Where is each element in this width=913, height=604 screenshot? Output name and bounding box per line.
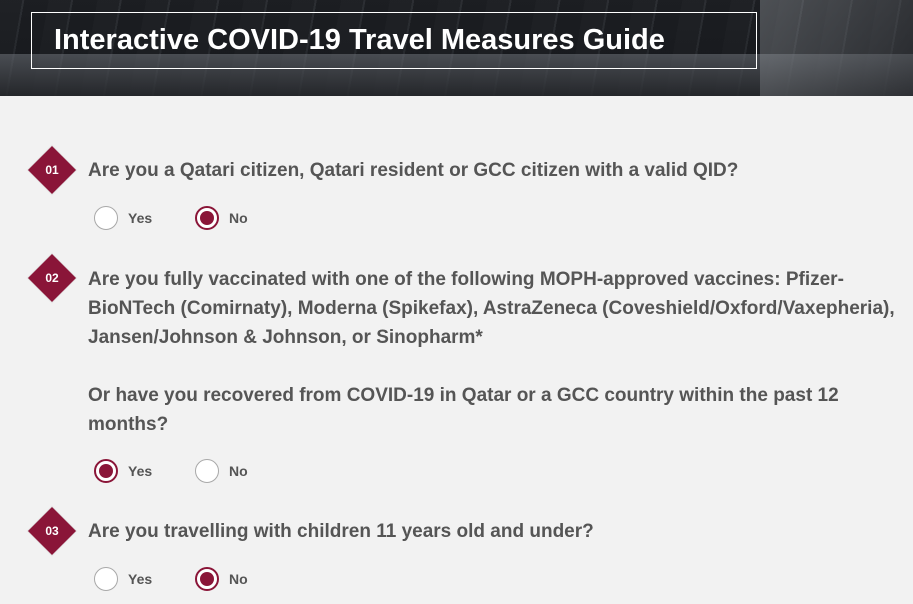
- radio-no[interactable]: [195, 459, 219, 483]
- radio-no[interactable]: [195, 567, 219, 591]
- option-yes[interactable]: Yes: [94, 567, 152, 591]
- radio-yes[interactable]: [94, 206, 118, 230]
- title-frame: Interactive COVID-19 Travel Measures Gui…: [31, 12, 757, 69]
- option-label: No: [229, 571, 248, 587]
- radio-yes[interactable]: [94, 567, 118, 591]
- option-no[interactable]: No: [195, 206, 248, 230]
- option-no[interactable]: No: [195, 459, 248, 483]
- question-text: Are you a Qatari citizen, Qatari residen…: [88, 160, 739, 181]
- radio-yes[interactable]: [94, 459, 118, 483]
- question-text: Are you fully vaccinated with one of the…: [88, 269, 895, 348]
- header-banner: Interactive COVID-19 Travel Measures Gui…: [0, 0, 913, 96]
- option-yes[interactable]: Yes: [94, 459, 152, 483]
- page-title: Interactive COVID-19 Travel Measures Gui…: [54, 24, 665, 56]
- option-no[interactable]: No: [195, 567, 248, 591]
- option-label: Yes: [128, 463, 153, 479]
- radio-no[interactable]: [195, 206, 219, 230]
- question-text: Are you travelling with children 11 year…: [88, 521, 594, 542]
- question-number: 01: [45, 163, 59, 177]
- option-label: Yes: [128, 571, 153, 587]
- option-yes[interactable]: Yes: [94, 206, 152, 230]
- option-label: Yes: [128, 210, 153, 226]
- option-label: No: [229, 463, 248, 479]
- question-number: 03: [45, 524, 59, 538]
- question-text-alternate: Or have you recovered from COVID-19 in Q…: [88, 385, 839, 435]
- option-label: No: [229, 210, 248, 226]
- question-number: 02: [45, 271, 59, 285]
